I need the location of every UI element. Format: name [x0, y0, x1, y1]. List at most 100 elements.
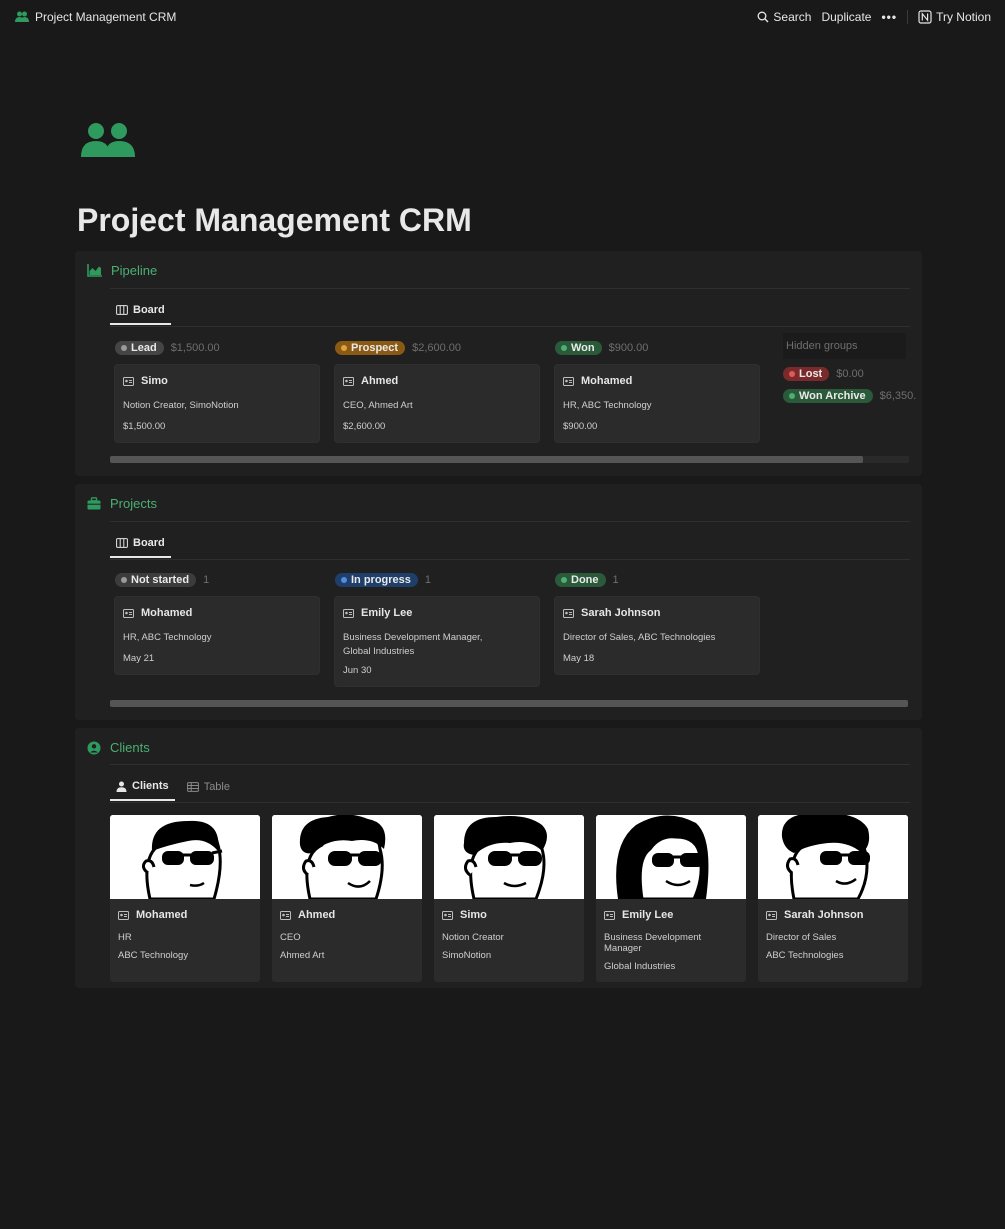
tab-clients[interactable]: Clients [110, 780, 175, 801]
status-badge[interactable]: In progress [335, 573, 418, 587]
gallery-card[interactable]: Mohamed HR ABC Technology [110, 815, 260, 982]
card-title: Emily Lee [361, 607, 413, 619]
card-date: Jun 30 [343, 665, 372, 676]
board-column-lead: Lead $1,500.00 Simo Notion Creator, Simo… [115, 339, 323, 442]
column-sum: $1,500.00 [170, 342, 220, 354]
clients-section: Clients Clients Table Mohamed HR ABC Tec… [75, 728, 922, 988]
gallery-card[interactable]: Simo Notion Creator SimoNotion [434, 815, 584, 982]
tab-board[interactable]: Board [110, 304, 171, 325]
people-icon[interactable] [80, 120, 136, 158]
card-title: Emily Lee [622, 909, 674, 921]
status-badge[interactable]: Not started [115, 573, 197, 587]
card-title: Sarah Johnson [581, 607, 661, 619]
hidden-group-lost[interactable]: Lost $0.00 [783, 367, 906, 381]
gallery-card[interactable]: Emily Lee Business Development Manager G… [596, 815, 746, 982]
contact-card-icon [442, 910, 453, 920]
status-badge[interactable]: Won [555, 341, 602, 355]
avatar [596, 815, 746, 899]
divider [907, 10, 909, 24]
contact-card-icon [766, 910, 777, 920]
board-column-prospect: Prospect $2,600.00 Ahmed CEO, Ahmed Art … [335, 339, 543, 442]
card-value: $2,600.00 [343, 421, 386, 432]
status-label: Lost [799, 368, 823, 380]
gallery-card[interactable]: Sarah Johnson Director of Sales ABC Tech… [758, 815, 908, 982]
client-role: Notion Creator [442, 932, 504, 943]
board-card[interactable]: Sarah Johnson Director of Sales, ABC Tec… [555, 597, 759, 674]
tab-board[interactable]: Board [110, 537, 171, 558]
board-column-won: Won $900.00 Mohamed HR, ABC Technology $… [555, 339, 763, 442]
breadcrumb-title: Project Management CRM [35, 10, 177, 24]
divider [110, 559, 910, 560]
card-detail: Business Development Manager, [343, 632, 483, 643]
avatar [758, 815, 908, 899]
pipeline-section: Pipeline Board Lead $1,500.00 Simo Notio… [75, 251, 922, 476]
client-role: HR [118, 932, 132, 943]
contact-card-icon [604, 910, 615, 920]
chart-icon [87, 264, 102, 277]
board-column-in-progress: In progress 1 Emily Lee Business Develop… [335, 571, 543, 686]
card-detail: HR, ABC Technology [123, 632, 212, 643]
projects-title: Projects [110, 496, 157, 511]
contact-card-icon [123, 376, 134, 386]
column-sum: $900.00 [608, 342, 649, 354]
client-company: Ahmed Art [280, 950, 325, 961]
card-title: Simo [141, 375, 168, 387]
scrollbar-thumb[interactable] [110, 700, 908, 707]
status-badge[interactable]: Prospect [335, 341, 406, 355]
horizontal-scrollbar[interactable] [110, 456, 909, 463]
more-options-button[interactable]: ••• [881, 10, 897, 24]
board-card[interactable]: Simo Notion Creator, SimoNotion $1,500.0… [115, 365, 319, 442]
column-sum: $2,600.00 [412, 342, 462, 354]
divider [110, 764, 910, 765]
hidden-groups-label[interactable]: Hidden groups [783, 333, 906, 359]
contact-card-icon [118, 910, 129, 920]
client-role: Business Development Manager [604, 932, 702, 954]
clients-header[interactable]: Clients [87, 740, 150, 755]
column-count: 1 [612, 574, 619, 586]
card-detail: Global Industries [343, 646, 415, 657]
board-card[interactable]: Mohamed HR, ABC Technology May 21 [115, 597, 319, 674]
status-badge[interactable]: Done [555, 573, 606, 587]
card-date: May 21 [123, 653, 155, 664]
tab-table[interactable]: Table [181, 780, 236, 801]
client-company: ABC Technologies [766, 950, 844, 961]
horizontal-scrollbar[interactable] [110, 700, 908, 707]
card-title: Mohamed [581, 375, 633, 387]
board-card[interactable]: Mohamed HR, ABC Technology $900.00 [555, 365, 759, 442]
card-detail: CEO, Ahmed Art [343, 400, 413, 411]
scrollbar-thumb[interactable] [110, 456, 863, 463]
hidden-group-won-archive[interactable]: Won Archive $6,350. [783, 389, 916, 403]
client-role: CEO [280, 932, 301, 943]
client-company: ABC Technology [118, 950, 189, 961]
divider [110, 802, 910, 803]
board-column-done: Done 1 Sarah Johnson Director of Sales, … [555, 571, 763, 674]
table-icon [186, 782, 199, 792]
column-sum: $0.00 [836, 368, 864, 380]
board-card[interactable]: Emily Lee Business Development Manager, … [335, 597, 539, 686]
page-title[interactable]: Project Management CRM [77, 202, 472, 239]
search-label: Search [773, 10, 812, 24]
card-date: May 18 [563, 653, 595, 664]
projects-header[interactable]: Projects [87, 496, 157, 511]
board-column-not-started: Not started 1 Mohamed HR, ABC Technology… [115, 571, 323, 674]
pipeline-header[interactable]: Pipeline [87, 263, 157, 278]
hidden-groups: Hidden groups Lost $0.00 Won Archive $6,… [783, 333, 916, 403]
board-card[interactable]: Ahmed CEO, Ahmed Art $2,600.00 [335, 365, 539, 442]
tab-board-label: Board [133, 537, 165, 549]
card-title: Ahmed [298, 909, 336, 921]
column-sum: $6,350. [879, 390, 917, 402]
breadcrumb[interactable]: Project Management CRM [15, 10, 176, 24]
user-circle-icon [87, 741, 101, 754]
duplicate-button[interactable]: Duplicate [821, 10, 871, 24]
card-detail: Director of Sales, ABC Technologies [563, 632, 716, 643]
card-title: Mohamed [141, 607, 193, 619]
try-notion-label: Try Notion [936, 10, 991, 24]
gallery-card[interactable]: Ahmed CEO Ahmed Art [272, 815, 422, 982]
status-badge[interactable]: Lead [115, 341, 164, 355]
try-notion-button[interactable]: Try Notion [918, 10, 991, 24]
avatar [434, 815, 584, 899]
tab-clients-label: Clients [132, 780, 169, 792]
column-count: 1 [203, 574, 210, 586]
search-button[interactable]: Search [757, 10, 811, 24]
contact-card-icon [563, 376, 574, 386]
